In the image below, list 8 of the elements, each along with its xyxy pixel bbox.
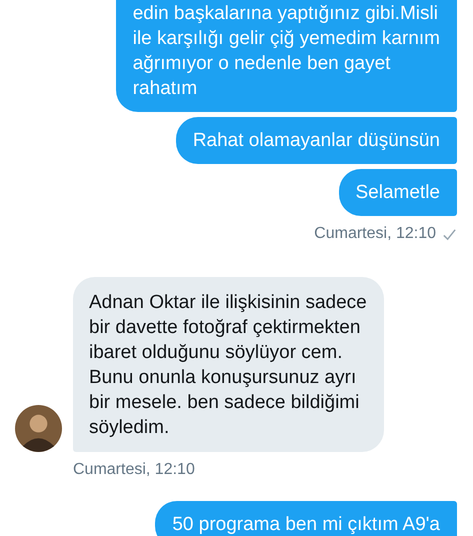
message-bubble: Adnan Oktar ile ilişkisinin sadece bir davette fotoğraf çektirmekten ibaret olduğunu söylüyor cem. Bunu onunla konuşursunuz ayrı bir mesele. ben sadece bildiğimi söyledim. [73,277,384,452]
avatar[interactable] [15,405,62,452]
message-timestamp: Cumartesi, 12:10 [314,225,436,243]
message-bubble: edin başkalarına yaptığınız gibi.Misli ile karşılığı gelir çiğ yemedim karnım ağrımıyor o nedenle ben gayet rahatım [116,0,457,112]
message-bubble: Selametle [338,169,457,216]
message-bubble: Rahat olamayanlar düşünsün [176,117,457,164]
message-timestamp: Cumartesi, 12:10 [73,461,195,479]
message-bubble: 50 programa ben mi çıktım A9'a [155,501,457,536]
